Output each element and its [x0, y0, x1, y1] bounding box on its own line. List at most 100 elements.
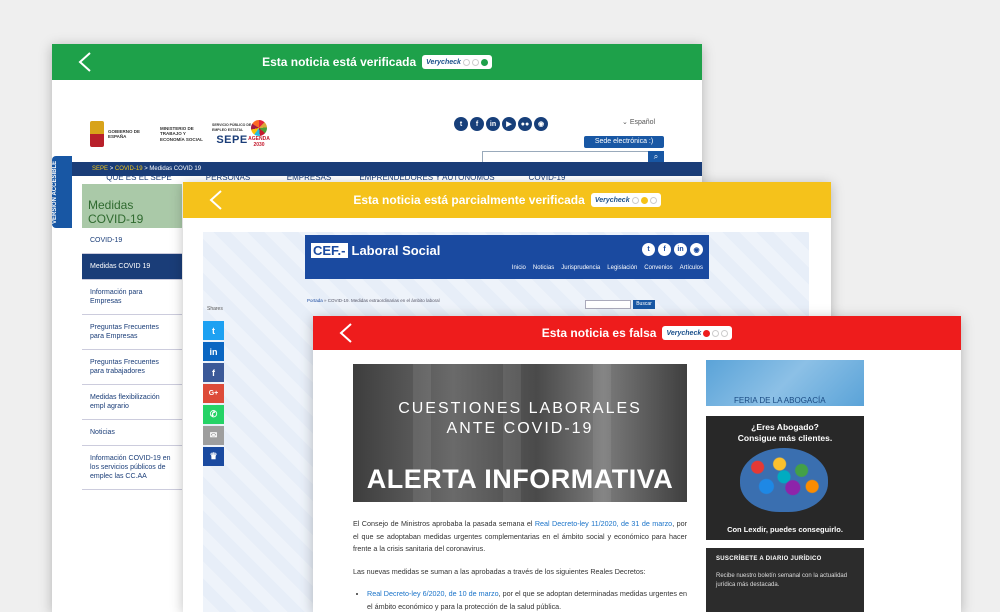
share-twitter-icon[interactable]: t: [203, 321, 224, 340]
lexdir-tagline: Con Lexdir, puedes conseguirlo.: [727, 525, 843, 534]
share-buttons: t in f G+ ✆ ✉ ♛: [203, 321, 224, 466]
share-email-icon[interactable]: ✉: [203, 426, 224, 445]
language-selector[interactable]: ⌄ Español: [622, 118, 655, 126]
verycheck-badge: Verycheck: [590, 193, 661, 207]
sepe-small-text: SERVICIO PÚBLICO DE EMPLEO ESTATAL: [212, 122, 252, 133]
verycheck-label: Verycheck: [666, 329, 702, 337]
cef-nav-inicio[interactable]: Inicio: [512, 265, 526, 271]
accessible-version-tab[interactable]: VERSIÓN ACCESIBLE: [52, 156, 72, 228]
youtube-icon[interactable]: ▶: [502, 117, 516, 131]
side-menu-item[interactable]: Preguntas Frecuentes para trabajadores: [82, 350, 182, 385]
right-sidebar: FERIA DE LA ABOGACÍA ¿Eres Abogado? Consi…: [706, 360, 864, 612]
side-menu-item[interactable]: COVID-19: [82, 228, 182, 254]
status-dot-icon: [471, 58, 479, 66]
cef-nav-noticias[interactable]: Noticias: [533, 265, 554, 271]
verycheck-label: Verycheck: [426, 58, 461, 66]
side-menu-item[interactable]: Noticias: [82, 420, 182, 446]
lexdir-line-2: Consigue más clientes.: [737, 433, 833, 443]
cef-breadcrumb-rest: » COVID-19. Medidas extraordinarias en e…: [322, 298, 440, 303]
verycheck-badge: Verycheck: [422, 55, 492, 69]
breadcrumb-home[interactable]: SEPE: [92, 166, 108, 172]
sepe-header: GOBIERNO DE ESPAÑA MINISTERIO DE TRABAJO…: [52, 80, 702, 189]
gobierno-text: GOBIERNO DE ESPAÑA: [108, 128, 141, 140]
social-links: t f in ▶ ●● ◉: [454, 117, 548, 131]
brain-icon: [740, 448, 828, 512]
cef-social-links: t f in ◉: [642, 243, 703, 256]
side-menu-item[interactable]: Preguntas Frecuentes para Empresas: [82, 315, 182, 350]
sepe-logo-text: SEPE: [216, 133, 248, 146]
gobierno-logo[interactable]: GOBIERNO DE ESPAÑA MINISTERIO DE TRABAJO…: [90, 118, 262, 150]
status-dot-icon: [631, 196, 639, 204]
cef-logo[interactable]: CEF.- Laboral Social: [311, 243, 440, 258]
hero-line-2: ANTE COVID-19: [446, 420, 594, 437]
side-menu-item[interactable]: Información para Empresas: [82, 280, 182, 315]
side-menu-item[interactable]: Información COVID-19 en los servicios pú…: [82, 446, 182, 490]
lexdir-ad[interactable]: ¿Eres Abogado? Consigue más clientes. Con…: [706, 416, 864, 540]
facebook-icon[interactable]: f: [470, 117, 484, 131]
linkedin-icon[interactable]: in: [486, 117, 500, 131]
twitter-icon[interactable]: t: [454, 117, 468, 131]
sede-electronica-button[interactable]: Sede electrónica :): [584, 136, 664, 148]
twitter-icon[interactable]: t: [642, 243, 655, 256]
cef-breadcrumb: Portada » COVID-19. Medidas extraordinar…: [307, 298, 440, 303]
cef-logo-text: Laboral Social: [351, 243, 441, 258]
rss-icon[interactable]: ◉: [534, 117, 548, 131]
chevron-down-icon: ⌄: [622, 119, 630, 126]
status-dot-green-icon: [480, 58, 488, 66]
banner-text: Esta noticia está verificada: [262, 55, 417, 69]
back-arrow-icon[interactable]: [78, 52, 92, 72]
shares-label: Shares: [207, 306, 223, 312]
share-more-icon[interactable]: ♛: [203, 447, 224, 466]
article-paragraph: El Consejo de Ministros aprobaba la pasa…: [353, 518, 687, 556]
back-arrow-icon[interactable]: [209, 190, 223, 210]
subscribe-description: Recibe nuestro boletín semanal con la ac…: [716, 573, 848, 588]
paragraph-text: El Consejo de Ministros aprobaba la pasa…: [353, 519, 535, 528]
verycheck-label: Verycheck: [594, 196, 630, 204]
banner-text: Esta noticia es falsa: [541, 326, 657, 340]
rdl-11-2020-link[interactable]: Real Decreto-ley 11/2020, de 31 de marzo: [535, 519, 672, 528]
agenda-2030-logo: AGENDA 2030: [248, 120, 270, 150]
status-dot-icon: [721, 329, 729, 337]
decree-list: Real Decreto-ley 6/2020, de 10 de marzo,…: [353, 588, 687, 612]
linkedin-icon[interactable]: in: [674, 243, 687, 256]
status-dot-icon: [462, 58, 470, 66]
article-body: El Consejo de Ministros aprobaba la pasa…: [353, 518, 687, 612]
share-googleplus-icon[interactable]: G+: [203, 384, 224, 403]
sdg-wheel-icon: [251, 120, 267, 136]
share-facebook-icon[interactable]: f: [203, 363, 224, 382]
side-menu-item-active[interactable]: Medidas COVID 19: [82, 254, 182, 280]
flickr-icon[interactable]: ●●: [518, 117, 532, 131]
sepe-logo: SERVICIO PÚBLICO DE EMPLEO ESTATAL SEPE: [212, 123, 252, 146]
lexdir-line-1: ¿Eres Abogado?: [751, 422, 819, 432]
language-label: Español: [629, 119, 656, 126]
cef-nav-articulos[interactable]: Artículos: [680, 265, 703, 271]
cef-nav-jurisprudencia[interactable]: Jurisprudencia: [561, 265, 600, 271]
cef-header: CEF.- Laboral Social t f in ◉ Inicio Noti…: [305, 235, 709, 279]
cef-breadcrumb-home[interactable]: Portada: [307, 298, 323, 303]
breadcrumb: SEPE > COVID-19 > Medidas COVID 19: [52, 162, 702, 176]
breadcrumb-covid[interactable]: COVID-19: [115, 166, 143, 172]
cef-search-input[interactable]: [585, 300, 631, 309]
cef-search-button[interactable]: Buscar: [633, 300, 655, 309]
feria-abogacia-banner[interactable]: FERIA DE LA ABOGACÍA: [706, 360, 864, 406]
share-linkedin-icon[interactable]: in: [203, 342, 224, 361]
hero-line-1: CUESTIONES LABORALES: [398, 400, 642, 417]
facebook-icon[interactable]: f: [658, 243, 671, 256]
rdl-6-2020-link[interactable]: Real Decreto-ley 6/2020, de 10 de marzo: [367, 589, 499, 598]
subscribe-box: SUSCRÍBETE A DIARIO JURÍDICO Recibe nues…: [706, 548, 864, 612]
section-title: Medidas COVID-19: [82, 184, 182, 228]
cef-nav: Inicio Noticias Jurisprudencia Legislaci…: [512, 265, 703, 271]
hero-line-3: ALERTA INFORMATIVA: [366, 464, 674, 494]
rss-icon[interactable]: ◉: [690, 243, 703, 256]
article-paragraph: Las nuevas medidas se suman a las aproba…: [353, 566, 646, 576]
breadcrumb-current: Medidas COVID 19: [149, 166, 202, 172]
feria-text: FERIA DE LA ABOGACÍA: [734, 396, 826, 405]
cef-nav-convenios[interactable]: Convenios: [644, 265, 672, 271]
side-menu-item[interactable]: Medidas flexibilización empl agrario: [82, 385, 182, 420]
banner-text: Esta noticia está parcialmente verificad…: [353, 193, 585, 207]
cef-nav-legislacion[interactable]: Legislación: [607, 265, 637, 271]
share-whatsapp-icon[interactable]: ✆: [203, 405, 224, 424]
back-arrow-icon[interactable]: [339, 323, 353, 343]
status-dot-red-icon: [703, 329, 711, 337]
article-hero-image: CUESTIONES LABORALES ANTE COVID-19 ALERT…: [353, 364, 687, 502]
